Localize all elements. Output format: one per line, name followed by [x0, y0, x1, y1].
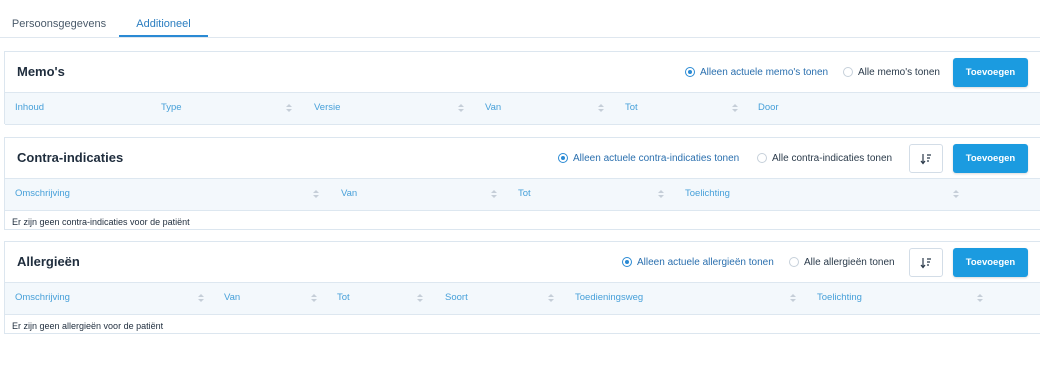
contra-sort-button[interactable]: [909, 144, 943, 173]
column-header-tot[interactable]: Tot: [518, 179, 531, 209]
sort-icon[interactable]: [491, 190, 497, 199]
contra-table-header: Omschrijving Van Tot Toelichting: [5, 178, 1040, 211]
allergies-add-button[interactable]: Toevoegen: [953, 248, 1028, 277]
radio-unselected-icon[interactable]: [789, 257, 799, 267]
column-header-toelichting[interactable]: Toelichting: [817, 283, 862, 313]
contra-title: Contra-indicaties: [17, 150, 124, 165]
sort-icon[interactable]: [198, 294, 204, 303]
sort-icon[interactable]: [977, 294, 983, 303]
radio-selected-icon[interactable]: [685, 67, 695, 77]
radio-unselected-icon[interactable]: [843, 67, 853, 77]
memos-radio-all-label: Alle memo's tonen: [858, 66, 940, 78]
column-header-omschrijving[interactable]: Omschrijving: [15, 179, 70, 209]
contra-empty-message: Er zijn geen contra-indicaties voor de p…: [12, 217, 190, 227]
memos-title: Memo's: [17, 64, 65, 79]
tab-additioneel[interactable]: Additioneel: [119, 0, 208, 37]
allergies-panel: Allergieën Alleen actuele allergieën ton…: [4, 241, 1040, 334]
allergies-radio-all-label: Alle allergieën tonen: [804, 256, 895, 268]
column-header-tot[interactable]: Tot: [625, 93, 638, 123]
memos-radio-current-label: Alleen actuele memo's tonen: [700, 66, 829, 78]
radio-selected-icon[interactable]: [622, 257, 632, 267]
contra-header: Contra-indicaties Alleen actuele contra-…: [5, 138, 1040, 178]
sort-order-icon: [920, 257, 931, 268]
sort-icon[interactable]: [548, 294, 554, 303]
tab-persoonsgegevens[interactable]: Persoonsgegevens: [0, 0, 118, 38]
contra-radio-all-label: Alle contra-indicaties tonen: [772, 152, 893, 164]
column-header-type[interactable]: Type: [161, 93, 182, 123]
tab-bar: Persoonsgegevens Additioneel: [0, 0, 1040, 38]
sort-icon[interactable]: [598, 104, 604, 113]
memos-header: Memo's Alleen actuele memo's tonen Alle …: [5, 52, 1040, 92]
memos-radio-current[interactable]: Alleen actuele memo's tonen: [685, 52, 828, 92]
allergies-header: Allergieën Alleen actuele allergieën ton…: [5, 242, 1040, 282]
column-header-van[interactable]: Van: [341, 179, 357, 209]
column-header-toelichting[interactable]: Toelichting: [685, 179, 730, 209]
allergies-table-header: Omschrijving Van Tot Soort Toedieningswe…: [5, 282, 1040, 315]
contra-add-button[interactable]: Toevoegen: [953, 144, 1028, 173]
column-header-inhoud[interactable]: Inhoud: [15, 93, 44, 123]
sort-icon[interactable]: [732, 104, 738, 113]
memos-panel: Memo's Alleen actuele memo's tonen Alle …: [4, 51, 1040, 125]
allergies-empty-message: Er zijn geen allergieën voor de patiënt: [12, 321, 164, 331]
allergies-radio-current-label: Alleen actuele allergieën tonen: [637, 256, 774, 268]
sort-icon[interactable]: [658, 190, 664, 199]
sort-icon[interactable]: [458, 104, 464, 113]
allergies-radio-all[interactable]: Alle allergieën tonen: [789, 242, 895, 282]
sort-icon[interactable]: [953, 190, 959, 199]
column-header-door[interactable]: Door: [758, 93, 779, 123]
column-header-omschrijving[interactable]: Omschrijving: [15, 283, 70, 313]
column-header-tot[interactable]: Tot: [337, 283, 350, 313]
contra-radio-all[interactable]: Alle contra-indicaties tonen: [757, 138, 892, 178]
column-header-van[interactable]: Van: [224, 283, 240, 313]
sort-icon[interactable]: [311, 294, 317, 303]
radio-selected-icon[interactable]: [558, 153, 568, 163]
sort-order-icon: [920, 153, 931, 164]
sort-icon[interactable]: [286, 104, 292, 113]
column-header-versie[interactable]: Versie: [314, 93, 340, 123]
contra-panel: Contra-indicaties Alleen actuele contra-…: [4, 137, 1040, 230]
sort-icon[interactable]: [417, 294, 423, 303]
column-header-soort[interactable]: Soort: [445, 283, 468, 313]
allergies-title: Allergieën: [17, 254, 80, 269]
radio-unselected-icon[interactable]: [757, 153, 767, 163]
sort-icon[interactable]: [313, 190, 319, 199]
contra-radio-current-label: Alleen actuele contra-indicaties tonen: [573, 152, 740, 164]
memos-add-button[interactable]: Toevoegen: [953, 58, 1028, 87]
sort-icon[interactable]: [790, 294, 796, 303]
contra-radio-current[interactable]: Alleen actuele contra-indicaties tonen: [558, 138, 739, 178]
column-header-van[interactable]: Van: [485, 93, 501, 123]
column-header-toedieningsweg[interactable]: Toedieningsweg: [575, 283, 643, 313]
memos-radio-all[interactable]: Alle memo's tonen: [843, 52, 940, 92]
allergies-sort-button[interactable]: [909, 248, 943, 277]
allergies-radio-current[interactable]: Alleen actuele allergieën tonen: [622, 242, 774, 282]
memos-table-header: Inhoud Type Versie Van Tot Door: [5, 92, 1040, 125]
